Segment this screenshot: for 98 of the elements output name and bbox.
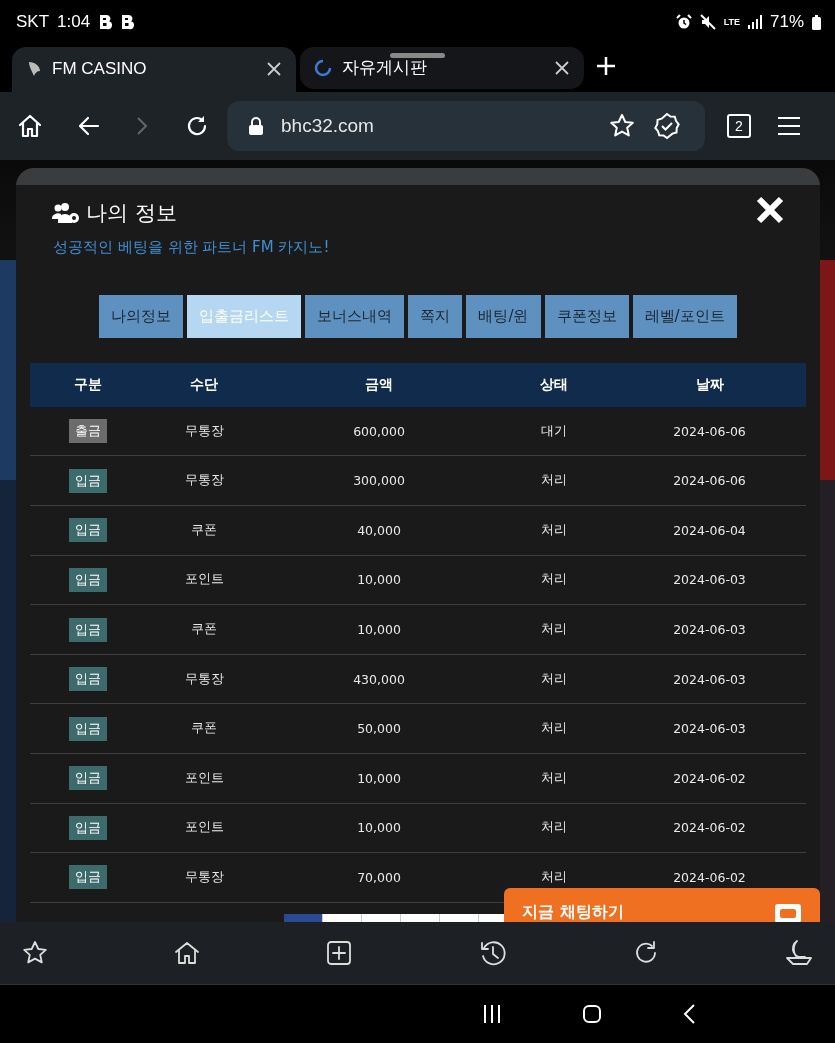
table-cell: 무통장 [184, 670, 224, 688]
moon-boat-icon[interactable] [784, 939, 813, 968]
clock-time: 1:04 [57, 12, 91, 33]
table-cell: 10,000 [357, 820, 401, 836]
address-bar[interactable]: bhc32.com [227, 100, 705, 151]
table-cell: 2024-06-04 [673, 522, 746, 538]
type-tag: 입금 [68, 518, 107, 543]
menu-tab[interactable]: 보너스내역 [305, 294, 405, 338]
b-app-icon [120, 14, 135, 31]
browser-tab[interactable]: FM CASINO [12, 46, 296, 92]
table-cell: 처리 [541, 472, 567, 490]
column-header: 날짜 [695, 375, 724, 394]
table-cell: 쿠폰 [191, 621, 217, 638]
table-cell: 10,000 [357, 770, 401, 786]
alarm-icon [675, 14, 692, 31]
type-tag: 입금 [68, 865, 107, 890]
table-cell: 처리 [541, 621, 567, 638]
close-icon[interactable] [554, 59, 570, 76]
home-icon[interactable] [174, 940, 201, 967]
url-text: bhc32.com [281, 114, 375, 137]
table-cell: 10,000 [357, 572, 401, 588]
table-cell: 무통장 [184, 422, 224, 440]
home-icon[interactable] [17, 112, 43, 139]
table-cell: 처리 [541, 869, 567, 886]
column-header: 구분 [73, 375, 102, 394]
users-gear-icon [52, 201, 80, 224]
table-cell: 쿠폰 [191, 521, 217, 539]
table-cell: 2024-06-02 [673, 820, 746, 836]
new-tab-icon[interactable] [596, 56, 616, 77]
table-cell: 처리 [541, 819, 567, 837]
signal-icon [747, 15, 762, 30]
table-cell: 처리 [541, 670, 567, 688]
menu-tab[interactable]: 나의정보 [99, 294, 184, 338]
modal-title: 나의 정보 [86, 199, 177, 227]
column-header: 상태 [540, 375, 568, 394]
table-cell: 쿠폰 [191, 720, 217, 738]
loading-spinner-icon [314, 58, 332, 77]
column-header: 금액 [365, 375, 393, 394]
home-button-icon[interactable] [582, 1004, 602, 1024]
table-cell: 70,000 [357, 870, 401, 885]
table-cell: 처리 [541, 521, 567, 539]
table-cell: 2024-06-06 [673, 423, 746, 439]
type-tag: 입금 [68, 667, 107, 692]
table-cell: 무통장 [184, 472, 224, 490]
type-tag: 출금 [68, 419, 107, 444]
mute-icon [699, 14, 716, 31]
modal-subtitle: 성공적인 베팅을 위한 파트너 FM 카지노! [53, 237, 330, 257]
table-cell: 처리 [541, 571, 567, 589]
table-cell: 430,000 [353, 671, 405, 687]
type-tag: 입금 [68, 617, 107, 642]
table-cell: 대기 [541, 422, 567, 440]
table-cell: 2024-06-03 [673, 721, 746, 737]
table-cell: 2024-06-02 [673, 870, 746, 885]
table-cell: 처리 [541, 720, 567, 738]
recent-apps-icon[interactable] [482, 1004, 502, 1024]
add-square-icon[interactable] [326, 940, 353, 967]
type-tag: 입금 [68, 716, 107, 741]
network-type: LTE [723, 17, 740, 27]
table-cell: 포인트 [184, 769, 224, 787]
tab-count[interactable]: 2 [727, 113, 751, 138]
shield-check-icon[interactable] [653, 111, 681, 140]
drag-handle[interactable] [390, 52, 445, 58]
b-app-icon [98, 14, 113, 31]
table-cell: 무통장 [184, 869, 224, 886]
table-cell: 50,000 [357, 721, 401, 737]
menu-tab[interactable]: 쪽지 [408, 294, 463, 338]
chat-button[interactable]: 지금 채팅하기 [504, 888, 820, 923]
battery-icon [812, 14, 821, 30]
table-cell: 10,000 [357, 622, 401, 637]
table-cell: 처리 [541, 769, 567, 787]
menu-tab[interactable]: 쿠폰정보 [544, 294, 629, 338]
chat-bubble-icon [774, 902, 802, 923]
battery-percent: 71% [769, 12, 804, 33]
history-icon[interactable] [478, 939, 507, 968]
table-cell: 포인트 [184, 571, 224, 589]
menu-icon[interactable] [777, 115, 801, 136]
table-cell: 2024-06-03 [673, 572, 746, 588]
close-icon[interactable] [266, 61, 282, 78]
table-cell: 2024-06-06 [673, 473, 746, 489]
back-icon[interactable] [682, 1003, 696, 1025]
type-tag: 입금 [68, 567, 107, 592]
carrier-name: SKT [16, 12, 50, 33]
menu-tab[interactable]: 배팅/윈 [466, 294, 541, 338]
table-cell: 포인트 [184, 819, 224, 837]
lock-icon [249, 116, 263, 135]
type-tag: 입금 [68, 468, 107, 493]
table-cell: 2024-06-03 [673, 622, 746, 637]
table-cell: 2024-06-02 [673, 770, 746, 786]
table-cell: 600,000 [353, 423, 405, 439]
table-cell: 300,000 [353, 473, 405, 489]
bookmark-star-icon[interactable] [609, 112, 635, 139]
column-header: 수단 [190, 375, 218, 394]
menu-tab[interactable]: 레벨/포인트 [632, 294, 737, 338]
table-cell: 40,000 [357, 522, 401, 538]
type-tag: 입금 [68, 766, 107, 791]
browser-tab[interactable]: 자유게시판 [300, 46, 584, 89]
type-tag: 입금 [68, 815, 107, 840]
table-cell: 2024-06-03 [673, 671, 746, 687]
